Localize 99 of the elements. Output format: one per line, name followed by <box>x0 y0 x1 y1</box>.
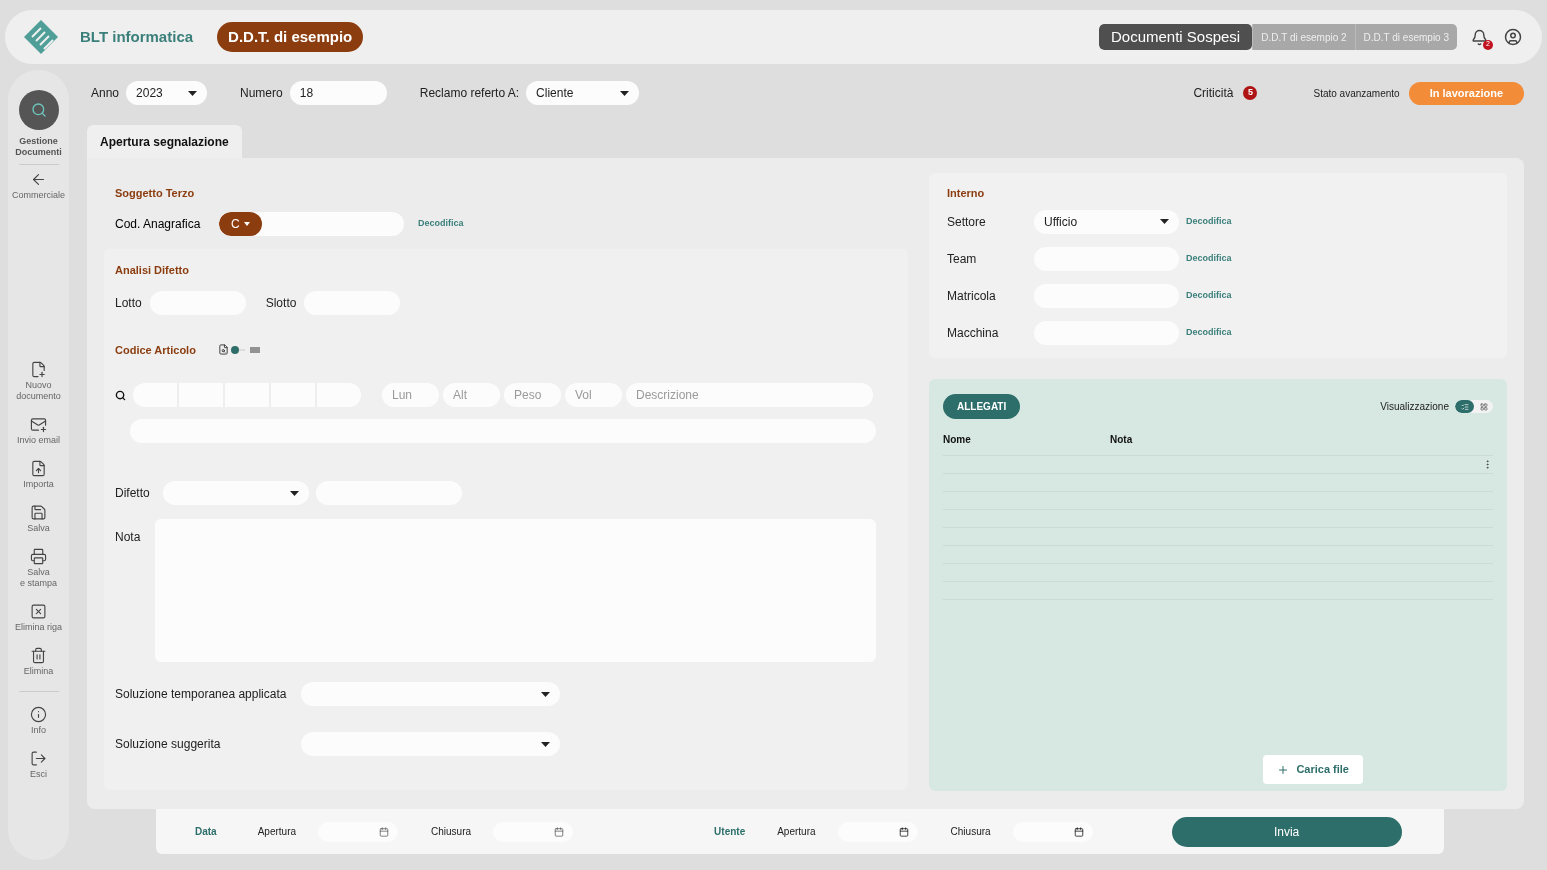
caret-icon <box>541 741 550 747</box>
sector-select[interactable]: Ufficio <box>1034 209 1179 234</box>
section-title: Interno <box>947 186 986 201</box>
list-icon <box>1460 402 1469 411</box>
field-label: Apertura <box>257 825 297 839</box>
referral-select[interactable]: Cliente <box>526 81 640 105</box>
remove-row-icon[interactable] <box>30 603 47 620</box>
field-label: Slotto <box>265 294 297 312</box>
measure-field[interactable]: Peso <box>504 383 561 407</box>
caret-icon <box>541 691 550 697</box>
form-tab[interactable]: Apertura segnalazione <box>87 125 242 158</box>
file-search-icon[interactable] <box>217 344 229 356</box>
field-label: Difetto <box>115 485 151 502</box>
prefix-select[interactable]: C <box>219 211 262 236</box>
decode-link[interactable]: Decodifica <box>1186 214 1232 229</box>
user-icon[interactable] <box>1504 28 1522 46</box>
field-label: Settore <box>947 213 987 231</box>
printer-icon[interactable] <box>30 548 47 565</box>
section-title: Soggetto Terzo <box>115 186 196 201</box>
criticality-label: Criticità <box>1193 85 1234 102</box>
section-title: Codice Articolo <box>115 342 196 358</box>
referral-label: Reclamo referto A: <box>419 85 520 102</box>
sidebar-label: Nuovo documento <box>16 380 61 402</box>
document-tab[interactable]: Documenti Sospesi <box>1098 24 1253 50</box>
save-icon[interactable] <box>30 504 47 521</box>
upload-button[interactable]: Carica file <box>1263 755 1363 784</box>
search-icon <box>30 102 47 118</box>
field-label: Matricola <box>947 287 997 305</box>
footer-label: Utente <box>714 825 746 839</box>
field-label: Chiusura <box>431 825 472 839</box>
info-icon[interactable] <box>30 706 47 723</box>
calendar-icon[interactable] <box>1073 826 1084 837</box>
search-button[interactable] <box>18 90 59 130</box>
field-label: Lotto <box>115 294 142 312</box>
view-toggle[interactable] <box>1455 400 1474 413</box>
calendar-icon[interactable] <box>898 826 909 837</box>
date-field[interactable] <box>318 821 399 842</box>
caret-icon <box>188 90 198 96</box>
description-field[interactable]: Descrizione <box>626 383 873 407</box>
sidebar-label: Salva e stampa <box>20 567 57 589</box>
search-icon <box>115 389 126 401</box>
field-label: Soluzione temporanea applicata <box>115 686 288 703</box>
new-document-icon[interactable] <box>30 361 47 378</box>
mail-icon[interactable] <box>30 416 47 433</box>
sidebar-label: Gestione Documenti <box>15 136 62 158</box>
criticality-count: 5 <box>1243 86 1258 100</box>
caret-icon <box>1160 219 1169 224</box>
status-button[interactable]: In lavorazione <box>1408 81 1524 105</box>
field-label: Cod. Anagrafica <box>115 215 202 233</box>
date-field[interactable] <box>837 821 918 842</box>
sidebar-label: Importa <box>23 479 54 490</box>
decode-link[interactable]: Decodifica <box>418 216 464 231</box>
field-label: Chiusura <box>950 825 991 839</box>
date-field[interactable] <box>1012 821 1093 842</box>
brand-name: BLT informatica <box>80 26 194 47</box>
trash-icon[interactable] <box>30 647 47 664</box>
sidebar-label: Info <box>31 725 46 736</box>
decode-link[interactable]: Decodifica <box>1186 325 1232 340</box>
measure-field[interactable]: Vol <box>565 383 622 407</box>
mode-toggle[interactable] <box>230 345 263 354</box>
back-icon[interactable] <box>30 171 47 188</box>
sidebar-label: Invio email <box>17 435 60 446</box>
decode-link[interactable]: Decodifica <box>1186 251 1232 266</box>
view-label: Visualizzazione <box>1380 400 1449 414</box>
plus-icon <box>1277 763 1290 776</box>
grid-icon <box>1479 402 1488 411</box>
logout-icon[interactable] <box>30 750 47 767</box>
decode-link[interactable]: Decodifica <box>1186 288 1232 303</box>
customer-code-field[interactable]: C <box>219 211 404 236</box>
caret-icon <box>290 490 299 496</box>
document-title: D.D.T. di esempio <box>217 21 364 53</box>
footer-label: Data <box>195 825 217 839</box>
measure-field[interactable]: Lun <box>382 383 439 407</box>
sidebar-label: Salva <box>27 523 50 534</box>
column-header: Nota <box>1110 433 1134 447</box>
field-label: Macchina <box>947 324 1000 342</box>
field-label: Soluzione suggerita <box>115 736 222 753</box>
progress-label: Stato avanzamento <box>1313 86 1400 101</box>
sidebar-label: Elimina riga <box>15 622 62 633</box>
file-upload-icon[interactable] <box>30 460 47 477</box>
sidebar-label: Commerciale <box>12 190 65 201</box>
number-label: Numero <box>240 85 283 102</box>
sidebar-label: Esci <box>30 769 47 780</box>
caret-icon <box>243 221 250 226</box>
date-field[interactable] <box>493 821 574 842</box>
column-header: Nome <box>943 433 972 447</box>
year-label: Anno <box>91 85 120 102</box>
field-label: Team <box>947 250 978 268</box>
section-title: Analisi Difetto <box>115 263 190 278</box>
field-label: Nota <box>115 529 142 546</box>
year-select[interactable]: 2023 <box>126 81 208 105</box>
number-field[interactable]: 18 <box>289 81 387 105</box>
measure-field[interactable]: Alt <box>443 383 500 407</box>
field-label: Apertura <box>777 825 816 839</box>
attachments-button[interactable]: ALLEGATI <box>943 394 1021 419</box>
caret-icon <box>620 90 630 96</box>
notification-icon[interactable] <box>1471 28 1488 46</box>
submit-button[interactable]: Invia <box>1171 816 1402 847</box>
sidebar-label: Elimina <box>23 666 54 677</box>
